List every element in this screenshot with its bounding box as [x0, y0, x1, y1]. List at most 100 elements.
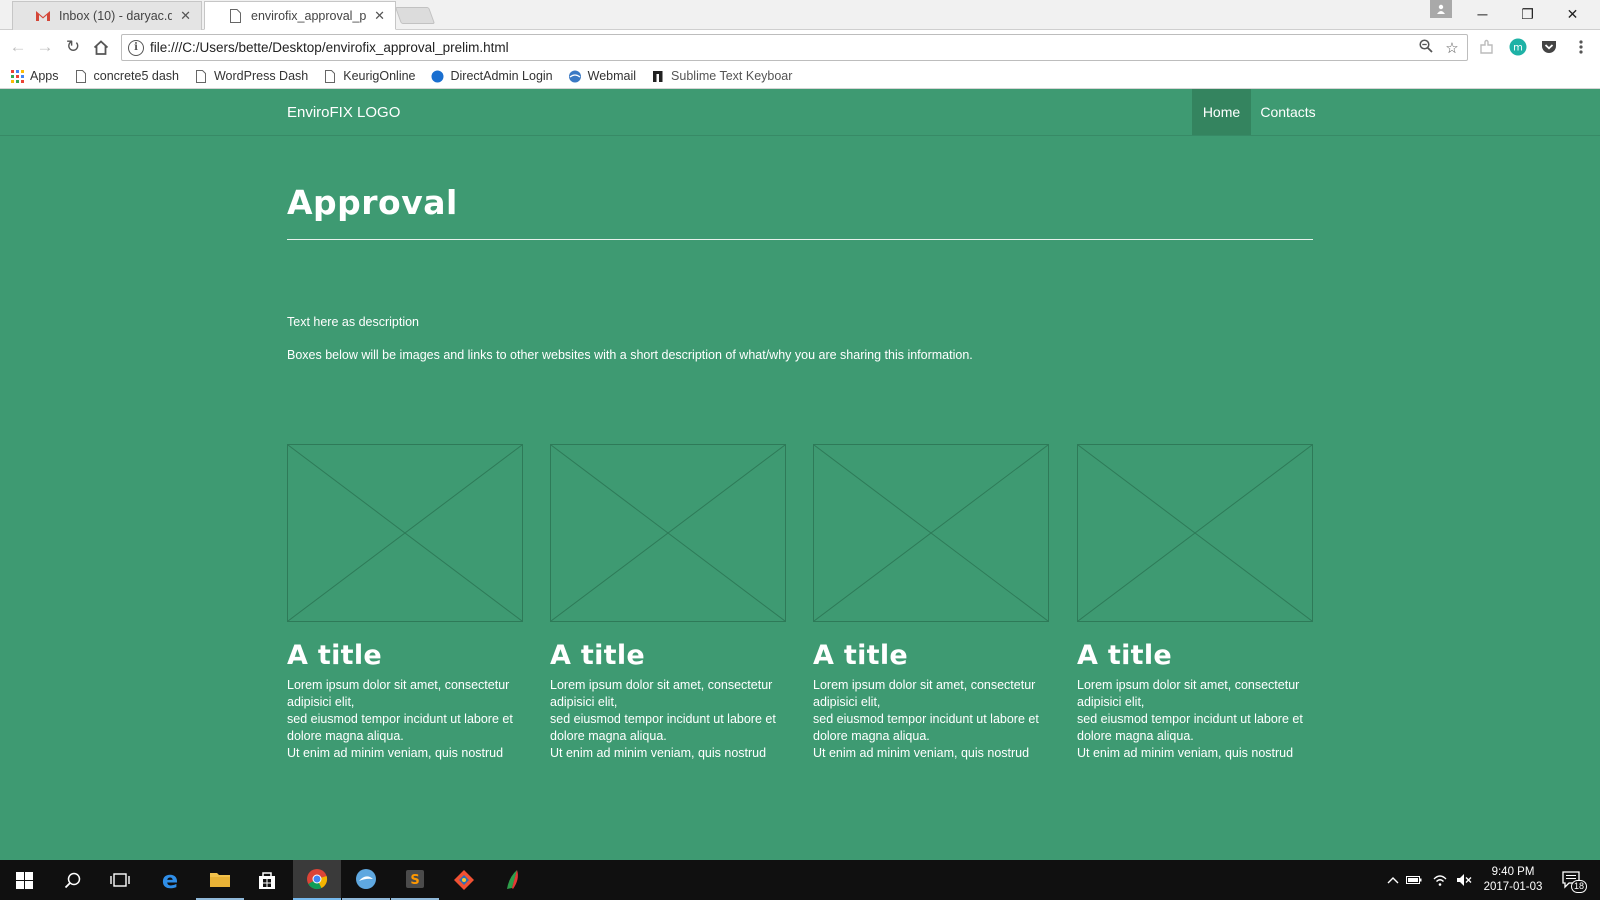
nav-home[interactable]: Home — [1192, 89, 1251, 135]
app-bird-icon[interactable] — [342, 860, 390, 900]
file-explorer-icon[interactable] — [196, 860, 244, 900]
card[interactable]: A title Lorem ipsum dolor sit amet, cons… — [813, 444, 1049, 762]
card-title[interactable]: A title — [1077, 639, 1313, 673]
sublime-icon — [651, 69, 665, 83]
info-icon[interactable]: i — [128, 39, 144, 56]
system-clock[interactable]: 9:40 PM 2017-01-03 — [1478, 865, 1548, 895]
directadmin-icon — [431, 69, 445, 83]
windows-taskbar: e S 9:40 PM 2017-01-03 18 — [0, 860, 1600, 900]
sourcetree-icon[interactable] — [440, 860, 488, 900]
minimize-icon[interactable]: ─ — [1460, 0, 1505, 28]
webmail-icon — [568, 69, 582, 83]
card-text-line: Lorem ipsum dolor sit amet, consectetur — [287, 678, 510, 692]
clock-date: 2017-01-03 — [1483, 881, 1543, 893]
bookmark-label: WordPress Dash — [213, 69, 309, 83]
svg-text:m: m — [1513, 43, 1523, 54]
bookmark-label: KeurigOnline — [343, 69, 416, 83]
card-text-line: adipisici elit, — [1077, 695, 1145, 709]
forward-icon[interactable]: → — [33, 35, 57, 59]
apps-grid-icon — [10, 69, 24, 83]
start-windows-icon[interactable] — [0, 860, 48, 900]
wifi-icon[interactable] — [1431, 872, 1449, 888]
card[interactable]: A title Lorem ipsum dolor sit amet, cons… — [287, 444, 523, 762]
intro-text: Boxes below will be images and links to … — [287, 348, 973, 362]
card-text-line: dolore magna aliqua. — [1077, 729, 1194, 743]
card-text-line: sed eiusmod tempor incidunt ut labore et — [287, 712, 513, 726]
page-icon — [323, 69, 337, 83]
card-body: Lorem ipsum dolor sit amet, consectetur … — [1077, 677, 1313, 762]
card-text-line: Ut enim ad minim veniam, quis nostrud — [287, 746, 504, 760]
close-window-icon[interactable]: ✕ — [1550, 0, 1595, 28]
site-logo[interactable]: EnviroFIX LOGO — [287, 104, 400, 121]
restore-icon[interactable]: ❐ — [1505, 0, 1550, 28]
page-title: Approval — [287, 183, 458, 222]
svg-text:S: S — [410, 873, 419, 888]
card-text-line: Lorem ipsum dolor sit amet, consectetur — [550, 678, 773, 692]
sublime-text-icon[interactable]: S — [391, 860, 439, 900]
page-icon — [227, 8, 243, 24]
card[interactable]: A title Lorem ipsum dolor sit amet, cons… — [550, 444, 786, 762]
card-text-line: adipisici elit, — [813, 695, 881, 709]
page-icon — [74, 69, 88, 83]
bookmark-directadmin[interactable]: DirectAdmin Login — [431, 69, 553, 83]
bookmark-star-icon[interactable]: ☆ — [1441, 39, 1463, 57]
image-placeholder[interactable] — [287, 444, 523, 622]
bookmark-concrete5[interactable]: concrete5 dash — [74, 69, 179, 83]
battery-icon[interactable] — [1405, 872, 1423, 888]
menu-dots-icon[interactable] — [1571, 37, 1591, 57]
card-text-line: adipisici elit, — [550, 695, 618, 709]
zoom-icon[interactable] — [1415, 38, 1437, 57]
svg-text:e: e — [162, 869, 178, 891]
tab-close-icon[interactable]: ✕ — [374, 8, 385, 24]
card-text-line: adipisici elit, — [287, 695, 355, 709]
pocket-icon[interactable] — [1539, 37, 1559, 57]
address-bar[interactable]: i file:///C:/Users/bette/Desktop/envirof… — [121, 34, 1468, 61]
action-center-icon[interactable]: 18 — [1560, 870, 1587, 893]
bookmark-apps[interactable]: Apps — [10, 69, 59, 83]
title-divider — [287, 239, 1313, 240]
card-body: Lorem ipsum dolor sit amet, consectetur … — [550, 677, 786, 762]
show-hidden-icons-icon[interactable] — [1384, 872, 1402, 888]
edge-icon[interactable]: e — [146, 860, 194, 900]
extension-puzzle-icon[interactable] — [1477, 37, 1497, 57]
bookmark-wordpress[interactable]: WordPress Dash — [194, 69, 308, 83]
profile-icon[interactable] — [1430, 0, 1452, 18]
extension-m-icon[interactable]: m — [1508, 37, 1528, 57]
home-icon[interactable] — [89, 35, 113, 59]
bookmark-label: concrete5 dash — [93, 69, 179, 83]
bookmark-label: Webmail — [587, 69, 637, 83]
tab-envirofix[interactable]: envirofix_approval_prelim ✕ — [204, 1, 396, 30]
task-view-icon[interactable] — [96, 860, 144, 900]
search-icon[interactable] — [48, 860, 96, 900]
tab-close-icon[interactable]: ✕ — [180, 8, 191, 24]
page-icon — [194, 69, 208, 83]
card-text-line: sed eiusmod tempor incidunt ut labore et — [1077, 712, 1303, 726]
nav-contacts[interactable]: Contacts — [1252, 89, 1324, 135]
bookmark-label: Apps — [30, 69, 59, 83]
store-icon[interactable] — [243, 860, 291, 900]
new-tab-button[interactable] — [394, 7, 436, 24]
image-placeholder[interactable] — [813, 444, 1049, 622]
paint-app-icon[interactable] — [489, 860, 537, 900]
chrome-icon[interactable] — [293, 860, 341, 900]
card[interactable]: A title Lorem ipsum dolor sit amet, cons… — [1077, 444, 1313, 762]
card-title[interactable]: A title — [813, 639, 1049, 673]
bookmark-label: DirectAdmin Login — [450, 69, 553, 83]
card-body: Lorem ipsum dolor sit amet, consectetur … — [813, 677, 1049, 762]
url-text: file:///C:/Users/bette/Desktop/envirofix… — [150, 40, 509, 55]
browser-toolbar: ← → ↻ i file:///C:/Users/bette/Desktop/e… — [0, 30, 1600, 64]
tab-gmail[interactable]: Inbox (10) - daryac.danes ✕ — [12, 1, 202, 30]
card-text-line: sed eiusmod tempor incidunt ut labore et — [813, 712, 1039, 726]
image-placeholder[interactable] — [1077, 444, 1313, 622]
image-placeholder[interactable] — [550, 444, 786, 622]
back-icon[interactable]: ← — [6, 35, 30, 59]
card-text-line: dolore magna aliqua. — [550, 729, 667, 743]
card-title[interactable]: A title — [287, 639, 523, 673]
reload-icon[interactable]: ↻ — [61, 35, 85, 59]
card-title[interactable]: A title — [550, 639, 786, 673]
volume-muted-icon[interactable] — [1455, 872, 1473, 888]
bookmark-webmail[interactable]: Webmail — [568, 69, 636, 83]
bookmark-sublime[interactable]: Sublime Text Keyboar — [651, 69, 792, 83]
tab-title: envirofix_approval_prelim — [251, 8, 367, 23]
bookmark-keurig[interactable]: KeurigOnline — [323, 69, 416, 83]
